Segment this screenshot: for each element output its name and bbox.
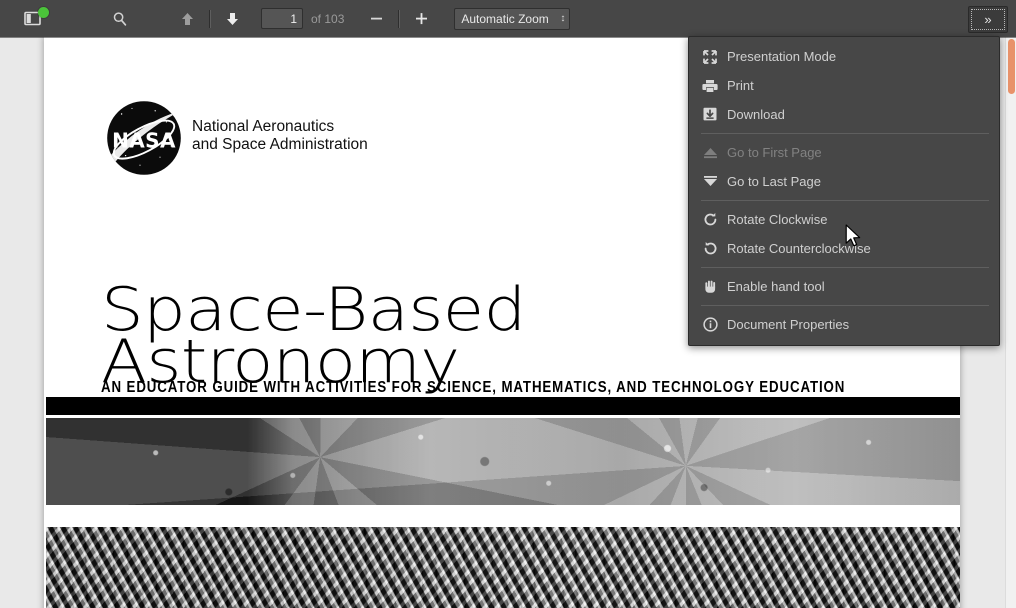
pdf-viewer: NASA National Aeronautics and Space Admi…	[0, 0, 1016, 608]
secondary-toolbar-menu: Presentation Mode Print Download Go to F…	[688, 36, 1000, 346]
cover-image-strip-top	[46, 418, 960, 505]
menu-item-download[interactable]: Download	[689, 100, 999, 129]
title-divider-bar	[46, 397, 960, 415]
menu-item-presentation-mode[interactable]: Presentation Mode	[689, 42, 999, 71]
minus-icon	[371, 17, 383, 20]
menu-item-label: Rotate Counterclockwise	[727, 241, 871, 256]
agency-name: National Aeronautics and Space Administr…	[192, 118, 368, 154]
menu-item-label: Download	[727, 107, 785, 122]
menu-separator-1	[701, 133, 989, 134]
rotate-ccw-icon	[701, 241, 719, 257]
menu-item-label: Go to Last Page	[727, 174, 821, 189]
double-chevron-right-icon: »	[984, 12, 992, 27]
menu-item-label: Enable hand tool	[727, 279, 825, 294]
menu-separator-4	[701, 305, 989, 306]
zoom-level-value: Automatic Zoom	[461, 11, 549, 26]
zoom-out-button[interactable]	[358, 5, 395, 32]
info-icon	[701, 317, 719, 333]
sidebar-indicator-dot	[38, 7, 49, 18]
arrow-up-icon	[182, 12, 193, 25]
menu-item-go-to-first-page[interactable]: Go to First Page	[689, 138, 999, 167]
zoom-level-select[interactable]: Automatic Zoom ↕	[454, 7, 571, 30]
previous-page-button[interactable]	[169, 5, 206, 32]
vertical-scrollbar[interactable]	[1005, 37, 1016, 608]
menu-item-label: Print	[727, 78, 754, 93]
secondary-toolbar-toggle-button[interactable]: »	[968, 6, 1008, 33]
hand-tool-icon	[701, 279, 719, 295]
nasa-logo-icon: NASA	[107, 101, 181, 175]
agency-line-1: National Aeronautics	[192, 118, 335, 135]
presentation-mode-icon	[701, 49, 719, 65]
toolbar-divider-2	[398, 9, 401, 28]
rotate-cw-icon	[701, 212, 719, 228]
first-page-icon	[701, 145, 719, 161]
menu-item-label: Go to First Page	[727, 145, 822, 160]
menu-separator-3	[701, 267, 989, 268]
svg-text:NASA: NASA	[112, 129, 176, 153]
scrollbar-thumb[interactable]	[1008, 39, 1015, 94]
menu-item-rotate-clockwise[interactable]: Rotate Clockwise	[689, 205, 999, 234]
menu-item-print[interactable]: Print	[689, 71, 999, 100]
find-button[interactable]	[101, 5, 138, 32]
plus-icon	[416, 13, 428, 25]
cover-image-strip-bottom	[46, 527, 960, 608]
toolbar: of 103 Automatic Zoom ↕ »	[0, 0, 1016, 37]
zoom-in-button[interactable]	[403, 5, 440, 32]
cover-image-top-texture	[46, 418, 960, 505]
menu-item-label: Presentation Mode	[727, 49, 837, 64]
next-page-button[interactable]	[214, 5, 251, 32]
arrow-down-icon	[227, 12, 238, 25]
menu-separator-2	[701, 200, 989, 201]
menu-item-rotate-counterclockwise[interactable]: Rotate Counterclockwise	[689, 234, 999, 263]
page-count-label: of 103	[311, 11, 345, 26]
menu-item-go-to-last-page[interactable]: Go to Last Page	[689, 167, 999, 196]
menu-item-document-properties[interactable]: Document Properties	[689, 310, 999, 339]
download-icon	[701, 107, 719, 123]
menu-item-enable-hand-tool[interactable]: Enable hand tool	[689, 272, 999, 301]
cover-image-bottom-texture	[46, 527, 960, 608]
print-icon	[701, 78, 719, 94]
toolbar-divider	[209, 9, 211, 28]
menu-item-label: Rotate Clockwise	[727, 212, 828, 227]
last-page-icon	[701, 174, 719, 190]
chevron-updown-icon: ↕	[560, 12, 566, 24]
menu-item-label: Document Properties	[727, 317, 850, 332]
search-icon	[113, 11, 126, 26]
page-number-input[interactable]	[261, 8, 303, 29]
page-subtitle: AN EDUCATOR GUIDE WITH ACTIVITIES FOR SC…	[101, 378, 846, 396]
sidebar-toggle-button[interactable]	[14, 5, 51, 32]
agency-line-2: and Space Administration	[192, 136, 368, 153]
